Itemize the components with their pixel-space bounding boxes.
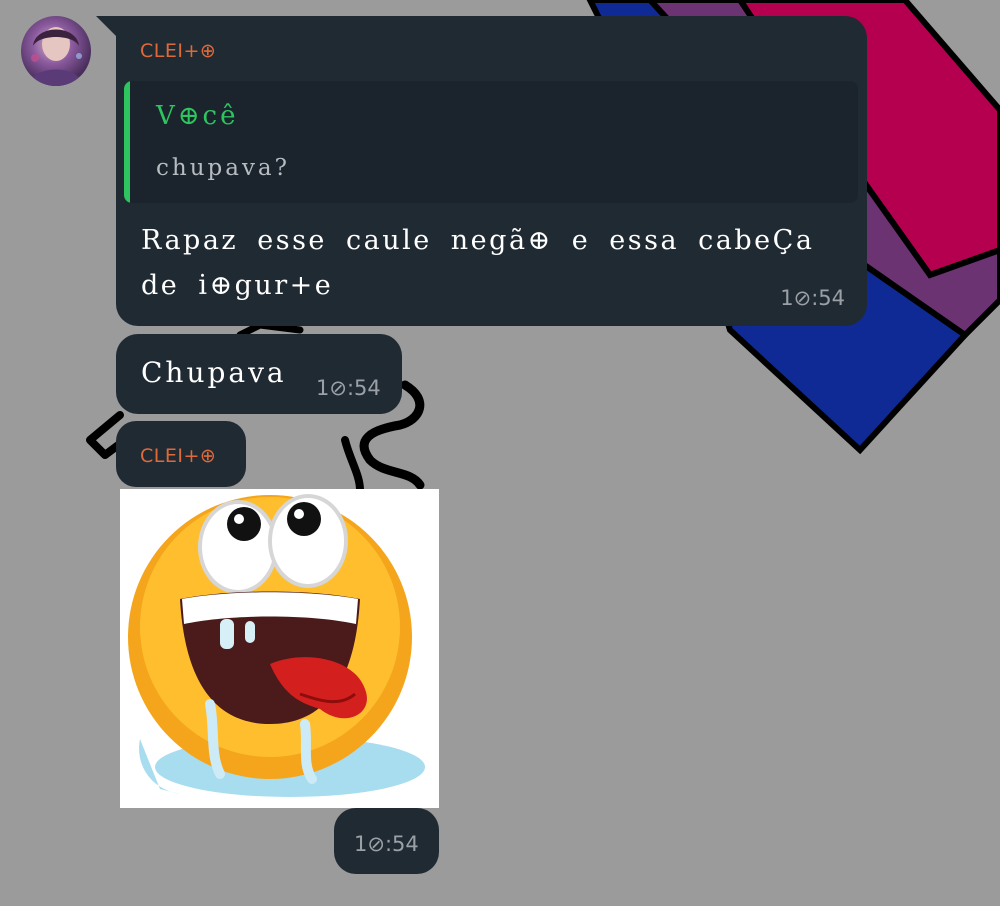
- avatar-portrait-image: [29, 27, 83, 86]
- message-timestamp: 1⊘:54: [780, 286, 845, 310]
- message-timestamp: 1⊘:54: [316, 376, 381, 400]
- message-bubble[interactable]: CLEI+⊕ V⊕cê chupava? Rapaz esse caule ne…: [116, 16, 867, 326]
- message-bubble-tail: [96, 16, 118, 38]
- sender-name[interactable]: CLEI+⊕: [140, 445, 216, 467]
- reply-quote-text: chupava?: [156, 155, 290, 181]
- message-timestamp-bubble[interactable]: 1⊘:54: [334, 808, 439, 874]
- sender-name-bubble[interactable]: CLEI+⊕: [116, 421, 246, 487]
- wallpaper-doodle-right-2: [341, 436, 364, 494]
- reply-quote-author: V⊕cê: [156, 101, 239, 131]
- message-timestamp: 1⊘:54: [354, 832, 419, 856]
- drooling-emoji-icon: [128, 494, 425, 797]
- drooling-emoji-sticker[interactable]: [120, 489, 439, 808]
- sender-name[interactable]: CLEI+⊕: [140, 40, 216, 62]
- reply-quote[interactable]: V⊕cê chupava?: [124, 81, 858, 203]
- reply-quote-accent-bar: [124, 81, 130, 203]
- message-text: Rapaz esse caule negã⊕ e essa cabeÇa de …: [141, 225, 815, 301]
- message-text: Chupava: [141, 356, 287, 389]
- sender-avatar[interactable]: [21, 16, 91, 86]
- message-bubble[interactable]: Chupava 1⊘:54: [116, 334, 402, 414]
